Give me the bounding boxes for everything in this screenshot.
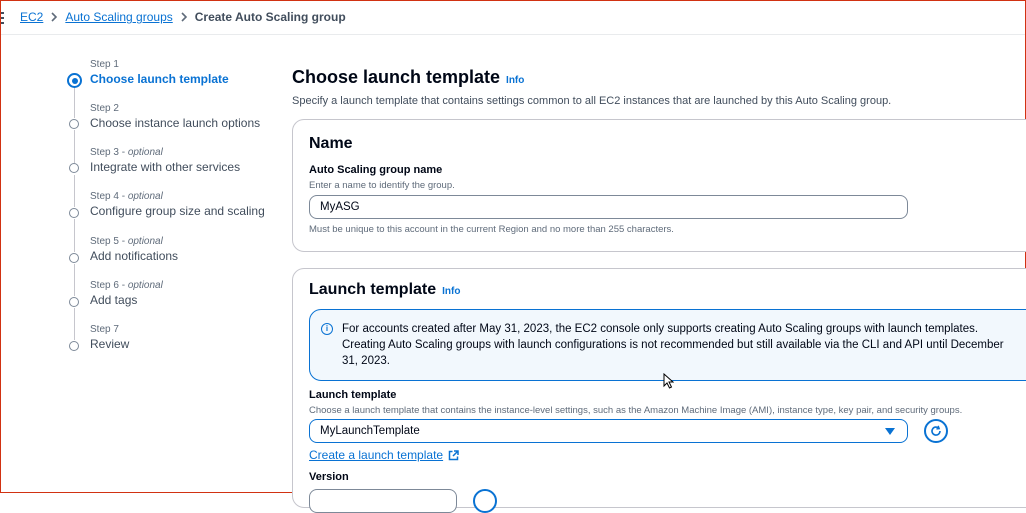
launch-config-alert: i For accounts created after May 31, 202… [309, 309, 1026, 381]
asg-name-input[interactable] [309, 195, 908, 219]
step-connector [74, 308, 75, 340]
step-number: Step 6 - [90, 280, 128, 291]
step-optional: optional [127, 280, 163, 291]
step-pending-icon [69, 119, 79, 129]
step-pending-icon [69, 163, 79, 173]
step-number: Step 2 [90, 103, 119, 114]
breadcrumb-auto-scaling-groups[interactable]: Auto Scaling groups [65, 10, 172, 24]
mouse-cursor-icon [663, 373, 674, 389]
step-connector [74, 130, 75, 163]
step-title: Integrate with other services [90, 160, 241, 174]
panel-title: Launch template [309, 281, 437, 298]
step-connector [74, 175, 75, 207]
main-header: Choose launch template Info Specify a lau… [292, 67, 1025, 107]
breadcrumb-ec2[interactable]: EC2 [20, 10, 43, 24]
external-link-icon [448, 449, 459, 460]
launch-template-description: Choose a launch template that contains t… [309, 405, 963, 416]
info-link[interactable]: Info [506, 75, 524, 86]
alert-message: For accounts created after May 31, 2023,… [342, 323, 1004, 367]
refresh-icon [931, 425, 941, 436]
step-connector [74, 219, 75, 252]
step-pending-icon [69, 208, 79, 218]
launch-template-panel: Launch template Info i For accounts creat… [292, 268, 1026, 513]
step-title: Configure group size and scaling [90, 204, 265, 218]
step-number: Step 1 [90, 59, 119, 70]
chevron-right-icon [43, 12, 65, 22]
step-title[interactable]: Choose launch template [90, 72, 229, 86]
page-title: Choose launch template [292, 67, 501, 87]
step-pending-icon [69, 341, 79, 351]
step-connector [74, 86, 75, 118]
menu-icon[interactable] [1, 12, 5, 24]
launch-template-select[interactable]: MyLaunchTemplate [309, 419, 908, 443]
step-pending-icon [69, 297, 79, 307]
breadcrumb-current: Create Auto Scaling group [194, 10, 346, 24]
breadcrumb: EC2 Auto Scaling groups Create Auto Scal… [20, 10, 346, 24]
step-number: Step 3 - [90, 147, 128, 158]
step-number: Step 7 [90, 324, 119, 335]
header-divider [1, 34, 1025, 35]
step-active-icon [67, 73, 82, 88]
asg-name-constraint: Must be unique to this account in the cu… [309, 224, 674, 235]
name-panel: Name Auto Scaling group name Enter a nam… [292, 119, 1026, 252]
launch-template-selected: MyLaunchTemplate [320, 425, 420, 437]
asg-name-description: Enter a name to identify the group. [309, 180, 455, 191]
step-connector [74, 264, 75, 296]
create-launch-template-label: Create a launch template [309, 448, 444, 462]
step-optional: optional [127, 191, 163, 202]
launch-template-label: Launch template [309, 389, 397, 401]
step-optional: optional [127, 147, 163, 158]
version-label: Version [309, 471, 349, 483]
page-description: Specify a launch template that contains … [292, 95, 892, 107]
create-launch-template-link[interactable]: Create a launch template [309, 448, 459, 462]
panel-title: Name [309, 135, 353, 152]
step-title: Add notifications [90, 249, 179, 263]
step-title: Review [90, 337, 130, 351]
step-pending-icon [69, 253, 79, 263]
chevron-right-icon [173, 12, 195, 22]
step-optional: optional [127, 236, 163, 247]
step-number: Step 4 - [90, 191, 128, 202]
refresh-button[interactable] [924, 419, 948, 443]
step-title: Choose instance launch options [90, 116, 261, 130]
asg-name-label: Auto Scaling group name [309, 164, 443, 176]
info-circle-icon: i [321, 323, 333, 335]
info-link[interactable]: Info [442, 286, 460, 297]
step-number: Step 5 - [90, 236, 128, 247]
caret-down-icon [885, 428, 895, 435]
step-title: Add tags [90, 293, 138, 307]
